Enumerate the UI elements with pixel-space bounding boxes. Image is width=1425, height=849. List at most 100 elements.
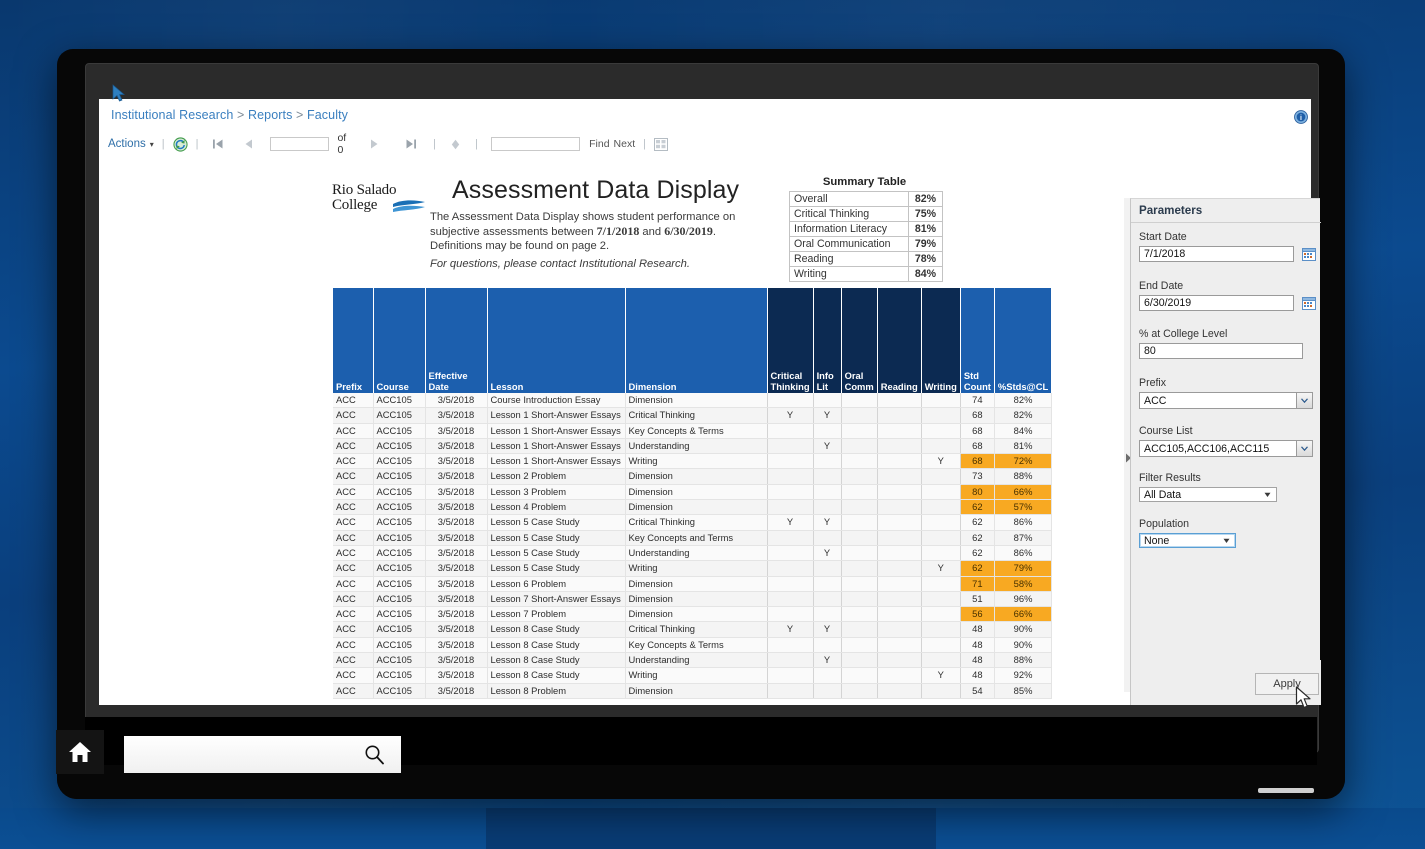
cell-critical-thinking: [767, 454, 813, 469]
summary-row: Writing84%: [790, 267, 943, 282]
cell-pct-stds-at-cl: 87%: [994, 530, 1051, 545]
filter-results-select[interactable]: All Data: [1139, 487, 1277, 502]
cell-reading: [877, 545, 921, 560]
cell-writing: [921, 607, 960, 622]
cell-pct-stds-at-cl: 86%: [994, 545, 1051, 560]
last-page-button[interactable]: [405, 138, 417, 150]
cell-course: ACC105: [373, 668, 425, 683]
cell-dimension: Key Concepts & Terms: [625, 423, 767, 438]
cell-course: ACC105: [373, 469, 425, 484]
cell-dimension: Understanding: [625, 653, 767, 668]
cell-effective-date: 3/5/2018: [425, 438, 487, 453]
chevron-down-glyph: [1301, 398, 1308, 403]
cell-critical-thinking: [767, 653, 813, 668]
end-date-field: End Date 6/30/2019: [1139, 280, 1294, 311]
apply-button[interactable]: Apply: [1255, 673, 1319, 695]
desc-start-date: 7/1/2018: [597, 224, 640, 238]
desc-end-date: 6/30/2019: [664, 224, 713, 238]
home-button[interactable]: [56, 730, 104, 774]
col-header-pct-stds-at-cl[interactable]: %Stds@CL: [994, 288, 1051, 393]
find-input[interactable]: [491, 137, 580, 151]
rio-salado-college-logo: Rio Salado College: [332, 183, 424, 217]
search-input[interactable]: [124, 736, 401, 773]
cell-oral-comm: [841, 653, 877, 668]
cell-lesson: Lesson 1 Short-Answer Essays: [487, 408, 625, 423]
breadcrumb-institutional-research[interactable]: Institutional Research: [111, 108, 233, 122]
calendar-icon[interactable]: [1302, 246, 1316, 262]
find-button[interactable]: Find: [589, 138, 609, 150]
find-next-button[interactable]: Next: [614, 138, 636, 150]
start-date-field: Start Date 7/1/2018: [1139, 231, 1294, 262]
summary-label: Writing: [790, 267, 909, 282]
chevron-down-icon[interactable]: [1296, 393, 1312, 408]
cell-info-lit: [813, 637, 841, 652]
col-header-oral-comm[interactable]: Oral Comm: [841, 288, 877, 393]
cell-reading: [877, 591, 921, 606]
end-date-input[interactable]: 6/30/2019: [1139, 295, 1294, 311]
cell-critical-thinking: [767, 576, 813, 591]
cell-critical-thinking: [767, 530, 813, 545]
cell-critical-thinking: Y: [767, 515, 813, 530]
cell-dimension: Writing: [625, 668, 767, 683]
cell-critical-thinking: [767, 423, 813, 438]
col-header-reading[interactable]: Reading: [877, 288, 921, 393]
table-row: ACCACC1053/5/2018Lesson 5 Case StudyCrit…: [333, 515, 1052, 530]
select-arrow-icon: [1223, 538, 1230, 544]
next-page-button[interactable]: [370, 138, 379, 150]
cell-std-count: 68: [960, 438, 994, 453]
col-header-effective-date[interactable]: Effective Date: [425, 288, 487, 393]
report-description: The Assessment Data Display shows studen…: [430, 210, 740, 254]
col-header-dimension[interactable]: Dimension: [625, 288, 767, 393]
cell-effective-date: 3/5/2018: [425, 607, 487, 622]
cell-dimension: Critical Thinking: [625, 515, 767, 530]
college-level-input[interactable]: 80: [1139, 343, 1303, 359]
cell-lesson: Lesson 8 Case Study: [487, 653, 625, 668]
cell-effective-date: 3/5/2018: [425, 653, 487, 668]
cell-course: ACC105: [373, 438, 425, 453]
cell-critical-thinking: [767, 545, 813, 560]
col-header-lesson[interactable]: Lesson: [487, 288, 625, 393]
col-header-course[interactable]: Course: [373, 288, 425, 393]
refresh-button[interactable]: [173, 137, 188, 152]
col-header-prefix[interactable]: Prefix: [333, 288, 373, 393]
actions-menu[interactable]: Actions: [108, 138, 146, 150]
filter-results-label: Filter Results: [1139, 472, 1277, 484]
help-icon[interactable]: i: [1294, 110, 1308, 124]
population-select[interactable]: None: [1139, 533, 1236, 548]
first-page-button[interactable]: [212, 138, 224, 150]
scene-floor-shadow: [486, 808, 936, 849]
breadcrumb-reports[interactable]: Reports: [248, 108, 292, 122]
col-header-std-count[interactable]: Std Count: [960, 288, 994, 393]
chevron-down-icon[interactable]: ▾: [150, 140, 154, 149]
back-to-parent-button[interactable]: [450, 139, 461, 150]
cell-course: ACC105: [373, 637, 425, 652]
cell-writing: [921, 653, 960, 668]
cell-writing: [921, 576, 960, 591]
cell-course: ACC105: [373, 576, 425, 591]
cell-std-count: 62: [960, 545, 994, 560]
course-list-dropdown[interactable]: ACC105,ACC106,ACC115: [1139, 440, 1313, 457]
cell-std-count: 68: [960, 408, 994, 423]
breadcrumb-faculty[interactable]: Faculty: [307, 108, 348, 122]
cell-reading: [877, 423, 921, 438]
cell-info-lit: [813, 591, 841, 606]
table-row: ACCACC1053/5/2018Lesson 1 Short-Answer E…: [333, 423, 1052, 438]
chevron-down-icon[interactable]: [1296, 441, 1312, 456]
export-button[interactable]: [654, 138, 668, 151]
svg-text:i: i: [1300, 115, 1302, 122]
page-number-input[interactable]: [270, 137, 329, 151]
start-date-input[interactable]: 7/1/2018: [1139, 246, 1294, 262]
parameters-divider: [1131, 222, 1321, 223]
col-header-writing[interactable]: Writing: [921, 288, 960, 393]
cell-critical-thinking: [767, 591, 813, 606]
col-header-info-lit[interactable]: Info Lit: [813, 288, 841, 393]
cell-info-lit: Y: [813, 653, 841, 668]
filter-results-value: All Data: [1144, 489, 1181, 501]
prefix-dropdown[interactable]: ACC: [1139, 392, 1313, 409]
col-header-critical-thinking[interactable]: Critical Thinking: [767, 288, 813, 393]
population-value: None: [1144, 535, 1169, 547]
calendar-icon[interactable]: [1302, 295, 1316, 311]
cell-writing: Y: [921, 668, 960, 683]
cell-pct-stds-at-cl: 86%: [994, 515, 1051, 530]
previous-page-button[interactable]: [244, 138, 253, 150]
